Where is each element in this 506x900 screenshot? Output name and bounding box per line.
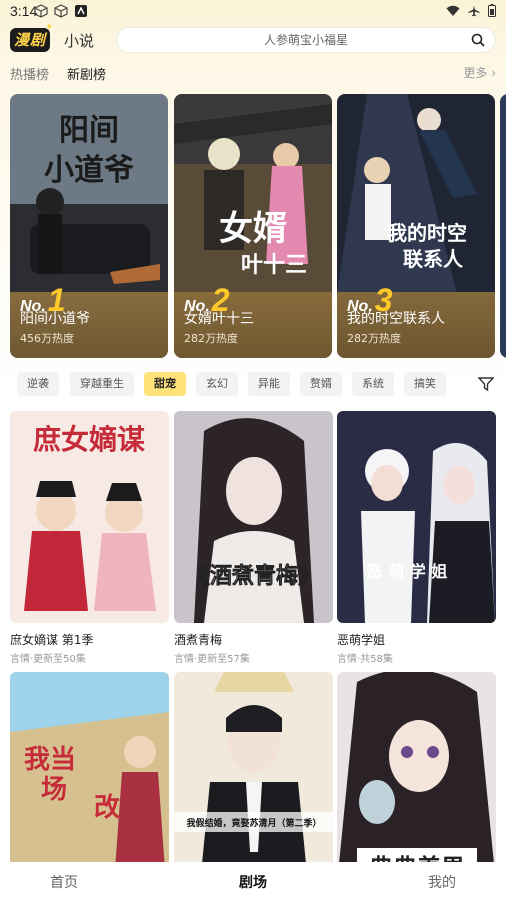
drama-card[interactable]: 庶女嫡谋 庶女嫡谋 第1季 言情·更新至50集 — [10, 411, 169, 665]
cover-image: 典典养男 — [337, 672, 496, 884]
category-filter-row: 逆袭 穿越重生 甜宠 玄幻 异能 赘婿 系统 搞笑 — [0, 372, 506, 398]
drama-meta: 言情·共58集 — [337, 654, 393, 665]
svg-text:《酒煮青梅》: 《酒煮青梅》 — [188, 563, 320, 589]
status-bar: 3:14 — [0, 0, 506, 24]
cube-icon — [34, 4, 48, 18]
rank-heat: 456万热度 — [20, 332, 74, 345]
svg-text:我假结婚，竟娶苏清月（第二季）: 我假结婚，竟娶苏清月（第二季） — [186, 817, 321, 829]
drama-card[interactable]: 我假结婚，竟娶苏清月（第二季） — [174, 672, 333, 884]
rank-title: 阳间小道爷 — [20, 311, 90, 327]
category-chip[interactable]: 搞笑 — [404, 372, 446, 396]
rank-info: No.1 阳间小道爷 456万热度 — [10, 282, 168, 358]
filter-icon[interactable] — [478, 376, 494, 392]
drama-card[interactable]: 我当 场 改嫁 — [10, 672, 169, 884]
category-chip[interactable]: 异能 — [248, 372, 290, 396]
svg-text:恶 萌 学 姐: 恶 萌 学 姐 — [367, 562, 448, 581]
battery-icon — [488, 4, 496, 17]
top-bar: 漫剧 ✦ 小说 人参萌宝小福星 — [0, 22, 506, 54]
category-chip-active[interactable]: 甜宠 — [144, 372, 186, 396]
cube-icon — [54, 4, 68, 18]
drama-title: 庶女嫡谋 第1季 — [10, 633, 94, 647]
novel-tab[interactable]: 小说 — [64, 30, 94, 51]
more-link[interactable]: 更多 › — [463, 64, 496, 81]
svg-text:女婿: 女婿 — [219, 209, 287, 249]
svg-text:我的时空: 我的时空 — [387, 221, 467, 245]
svg-text:阳间: 阳间 — [59, 113, 119, 148]
rank-heat: 282万热度 — [347, 332, 401, 345]
status-icons — [34, 4, 88, 18]
sparkle-icon: ✦ — [45, 22, 54, 33]
bottom-nav: 首页 剧场 我的 — [0, 862, 506, 900]
category-chip[interactable]: 玄幻 — [196, 372, 238, 396]
svg-text:叶十三: 叶十三 — [241, 252, 307, 278]
rank-card[interactable]: 阳间 小道爷 No.1 阳间小道爷 456万热度 — [10, 94, 168, 358]
rank-card[interactable]: 女婿 叶十三 No.2 女婿叶十三 282万热度 — [174, 94, 332, 358]
rank-card-peek[interactable] — [500, 94, 506, 358]
drama-meta: 言情·更新至50集 — [10, 654, 86, 665]
search-placeholder: 人参萌宝小福星 — [263, 33, 348, 47]
nav-home[interactable]: 首页 — [50, 872, 78, 892]
search-bar[interactable]: 人参萌宝小福星 — [116, 27, 496, 53]
app-notification-icon — [75, 5, 87, 17]
drama-card[interactable]: 《酒煮青梅》 酒煮青梅 言情·更新至57集 — [174, 411, 333, 665]
svg-text:场: 场 — [41, 775, 67, 805]
drama-card[interactable]: 恶 萌 学 姐 恶萌学姐 言情·共58集 — [337, 411, 496, 665]
cover-image: 庶女嫡谋 — [10, 411, 169, 623]
category-chip[interactable]: 系统 — [352, 372, 394, 396]
status-right — [446, 4, 496, 17]
cover-image: 《酒煮青梅》 — [174, 411, 333, 623]
rank-info: No.2 女婿叶十三 282万热度 — [174, 282, 332, 358]
nav-theater[interactable]: 剧场 — [239, 872, 267, 892]
more-label: 更多 — [463, 66, 488, 80]
search-icon[interactable] — [471, 33, 485, 47]
tab-new[interactable]: 新剧榜 — [67, 64, 106, 83]
category-chip[interactable]: 赘婿 — [300, 372, 342, 396]
rank-title: 女婿叶十三 — [184, 311, 254, 327]
cover-image: 我当 场 改嫁 — [10, 672, 169, 884]
rank-info: No.3 我的时空联系人 282万热度 — [337, 282, 495, 358]
chevron-right-icon: › — [491, 66, 496, 80]
rank-title: 我的时空联系人 — [347, 311, 445, 327]
svg-text:我当: 我当 — [24, 745, 76, 775]
rank-heat: 282万热度 — [184, 332, 238, 345]
cover-image: 我假结婚，竟娶苏清月（第二季） — [174, 672, 333, 884]
category-chip[interactable]: 穿越重生 — [70, 372, 134, 396]
svg-text:庶女嫡谋: 庶女嫡谋 — [33, 423, 146, 456]
rank-card[interactable]: 我的时空 联系人 No.3 我的时空联系人 282万热度 — [337, 94, 495, 358]
rank-carousel: 阳间 小道爷 No.1 阳间小道爷 456万热度 女婿 叶十三 No.2 女婿叶… — [10, 94, 506, 358]
wifi-icon — [446, 5, 460, 16]
svg-text:联系人: 联系人 — [403, 247, 464, 271]
drama-title: 酒煮青梅 — [174, 633, 223, 647]
category-chip[interactable]: 逆袭 — [17, 372, 59, 396]
svg-text:小道爷: 小道爷 — [44, 153, 134, 188]
tab-hot[interactable]: 热播榜 — [10, 64, 49, 83]
drama-card[interactable]: 典典养男 — [337, 672, 496, 884]
app-logo: 漫剧 — [10, 28, 51, 52]
drama-title: 恶萌学姐 — [337, 633, 386, 647]
nav-mine[interactable]: 我的 — [428, 872, 456, 892]
rank-tabs: 热播榜 新剧榜 更多 › — [10, 63, 496, 83]
airplane-icon — [468, 5, 480, 16]
drama-meta: 言情·更新至57集 — [174, 654, 250, 665]
cover-image: 恶 萌 学 姐 — [337, 411, 496, 623]
